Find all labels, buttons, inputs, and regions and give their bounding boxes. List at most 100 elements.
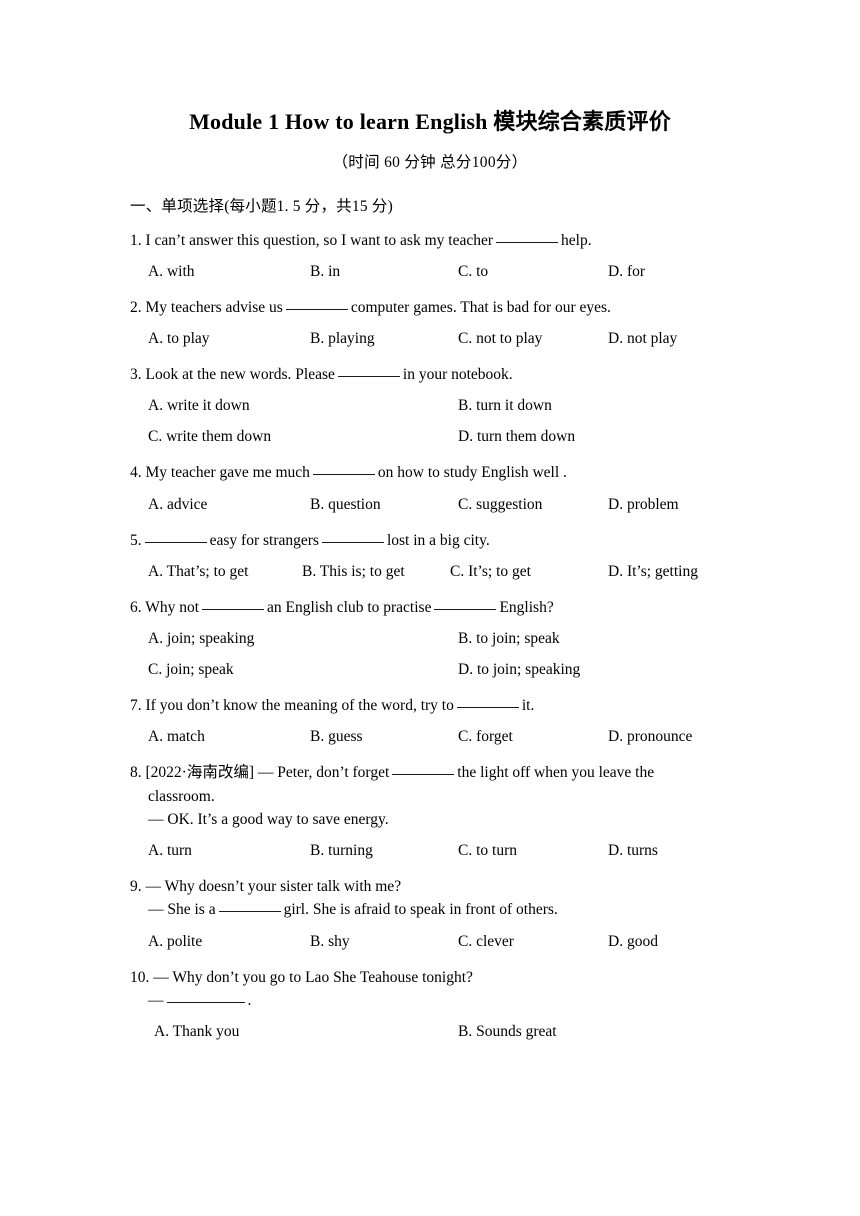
option-row: A. That’s; to get B. This is; to get C. … bbox=[130, 552, 730, 583]
question-stem: 8. [2022·海南改编] — Peter, don’t forget the … bbox=[130, 761, 730, 784]
option-b[interactable]: B. This is; to get bbox=[302, 560, 405, 583]
option-d[interactable]: D. not play bbox=[608, 327, 677, 350]
option-b[interactable]: B. question bbox=[310, 493, 381, 516]
question-stem: 4. My teacher gave me much on how to stud… bbox=[130, 461, 730, 484]
answer-blank bbox=[456, 707, 519, 708]
option-c[interactable]: C. to bbox=[458, 260, 488, 283]
option-b[interactable]: B. in bbox=[310, 260, 340, 283]
question-stem-text: 1. I can’t answer this question, so I wa… bbox=[130, 231, 494, 249]
option-c[interactable]: C. It’s; to get bbox=[450, 560, 531, 583]
option-b[interactable]: B. turning bbox=[310, 839, 373, 862]
option-d[interactable]: D. It’s; getting bbox=[608, 560, 698, 583]
question-stem-text: 4. My teacher gave me much bbox=[130, 464, 310, 482]
option-row: C. join; speak D. to join; speaking bbox=[130, 650, 730, 681]
option-b[interactable]: B. to join; speak bbox=[458, 627, 560, 650]
question-stem-text-tail: lost in a big city. bbox=[386, 531, 490, 549]
option-b[interactable]: B. guess bbox=[310, 725, 363, 748]
reply-text-tail: girl. She is afraid to speak in front of… bbox=[283, 901, 558, 919]
answer-blank bbox=[218, 911, 281, 913]
exam-info-subtitle: （时间 60 分钟 总分100分） bbox=[332, 153, 528, 171]
option-row: A. write it down B. turn it down bbox=[130, 386, 730, 417]
option-row: A. to play B. playing C. not to play D. … bbox=[130, 319, 730, 350]
option-c[interactable]: C. not to play bbox=[458, 327, 542, 350]
question-number: 5. bbox=[130, 531, 142, 549]
question-stem-text-tail: the light off when you leave the bbox=[457, 764, 655, 782]
option-d[interactable]: D. problem bbox=[608, 493, 679, 516]
question-stem-text-tail: in your notebook. bbox=[402, 366, 513, 383]
question-stem-text: 6. Why not bbox=[130, 598, 200, 616]
option-b[interactable]: B. turn it down bbox=[458, 394, 552, 417]
answer-blank bbox=[434, 608, 497, 610]
option-d[interactable]: D. for bbox=[608, 260, 645, 283]
option-a[interactable]: A. Thank you bbox=[154, 1020, 239, 1043]
question-item: 2. My teachers advise us computer games. … bbox=[130, 283, 730, 350]
question-item: 6. Why not an English club to practise Eng… bbox=[130, 583, 730, 681]
question-stem-text-tail: English? bbox=[499, 598, 554, 616]
option-b[interactable]: B. playing bbox=[310, 327, 375, 350]
question-stem: 10. — Why don’t you go to Lao She Teahou… bbox=[130, 968, 473, 986]
question-stem-text: 7. If you don’t know the meaning of the … bbox=[130, 697, 454, 714]
answer-blank bbox=[166, 1001, 245, 1003]
option-a[interactable]: A. polite bbox=[148, 930, 202, 953]
option-a[interactable]: A. That’s; to get bbox=[148, 560, 248, 583]
option-a[interactable]: A. join; speaking bbox=[148, 627, 254, 650]
option-row: A. polite B. shy C. clever D. good bbox=[130, 922, 730, 953]
answer-blank bbox=[496, 241, 559, 243]
question-stem-text-tail: on how to study English well . bbox=[377, 464, 567, 482]
option-b[interactable]: B. Sounds great bbox=[458, 1020, 557, 1043]
option-d[interactable]: D. turn them down bbox=[458, 425, 575, 448]
question-stem: 2. My teachers advise us computer games. … bbox=[130, 296, 730, 319]
question-source-tag: 8. [2022·海南改编] — Peter, don’t forget bbox=[130, 764, 390, 782]
option-a[interactable]: A. to play bbox=[148, 327, 210, 350]
question-stem-continuation: classroom. bbox=[148, 787, 215, 805]
option-d[interactable]: D. good bbox=[608, 930, 658, 953]
answer-blank bbox=[312, 474, 375, 476]
section-heading-multiple-choice: 一、单项选择(每小题1. 5 分，共15 分) bbox=[130, 197, 393, 215]
reply-text: — bbox=[148, 991, 164, 1009]
question-dialog-reply: — OK. It’s a good way to save energy. bbox=[148, 810, 389, 828]
option-a[interactable]: A. advice bbox=[148, 493, 207, 516]
question-stem-text: 2. My teachers advise us bbox=[130, 298, 283, 316]
option-c[interactable]: C. to turn bbox=[458, 839, 517, 862]
question-item: 10. — Why don’t you go to Lao She Teahou… bbox=[130, 953, 730, 1044]
option-c[interactable]: C. join; speak bbox=[148, 658, 234, 681]
option-row: A. Thank you B. Sounds great bbox=[130, 1012, 730, 1043]
question-stem: 1. I can’t answer this question, so I wa… bbox=[130, 229, 730, 252]
option-a[interactable]: A. write it down bbox=[148, 394, 250, 417]
question-stem: 6. Why not an English club to practise Eng… bbox=[130, 596, 730, 619]
option-c[interactable]: C. suggestion bbox=[458, 493, 542, 516]
question-stem-text: 3. Look at the new words. Please bbox=[130, 366, 335, 383]
question-item: 9. — Why doesn’t your sister talk with m… bbox=[130, 862, 730, 953]
answer-blank bbox=[321, 541, 384, 543]
option-c[interactable]: C. write them down bbox=[148, 425, 271, 448]
question-dialog-reply: — She is a girl. She is afraid to speak i… bbox=[130, 898, 730, 921]
page-content: Module 1 How to learn English 模块综合素质评价 （… bbox=[130, 0, 730, 1043]
option-d[interactable]: D. pronounce bbox=[608, 725, 692, 748]
option-row: A. advice B. question C. suggestion D. p… bbox=[130, 485, 730, 516]
question-item: 7. If you don’t know the meaning of the … bbox=[130, 681, 730, 748]
answer-blank bbox=[337, 376, 400, 377]
answer-blank bbox=[285, 308, 348, 310]
question-item: 8. [2022·海南改编] — Peter, don’t forget the … bbox=[130, 748, 730, 862]
page-title: Module 1 How to learn English 模块综合素质评价 bbox=[189, 109, 671, 134]
option-b[interactable]: B. shy bbox=[310, 930, 350, 953]
question-stem-text-tail: help. bbox=[561, 231, 592, 249]
question-item: 4. My teacher gave me much on how to stud… bbox=[130, 448, 730, 515]
option-a[interactable]: A. turn bbox=[148, 839, 192, 862]
option-row: A. turn B. turning C. to turn D. turns bbox=[130, 831, 730, 862]
option-c[interactable]: C. clever bbox=[458, 930, 514, 953]
option-row: A. match B. guess C. forget D. pronounce bbox=[130, 717, 730, 748]
question-item: 3. Look at the new words. Please in your … bbox=[130, 350, 730, 448]
option-c[interactable]: C. forget bbox=[458, 725, 513, 748]
option-d[interactable]: D. to join; speaking bbox=[458, 658, 580, 681]
option-row: A. join; speaking B. to join; speak bbox=[130, 619, 730, 650]
question-stem-text-tail: it. bbox=[521, 697, 535, 714]
question-stem-text-tail: computer games. That is bad for our eyes… bbox=[350, 298, 611, 316]
answer-blank bbox=[392, 774, 455, 776]
exam-paper-page: Module 1 How to learn English 模块综合素质评价 （… bbox=[0, 0, 860, 1216]
option-a[interactable]: A. match bbox=[148, 725, 205, 748]
question-stem-text: easy for strangers bbox=[209, 531, 319, 549]
option-a[interactable]: A. with bbox=[148, 260, 195, 283]
option-d[interactable]: D. turns bbox=[608, 839, 658, 862]
reply-text: — She is a bbox=[148, 901, 216, 919]
